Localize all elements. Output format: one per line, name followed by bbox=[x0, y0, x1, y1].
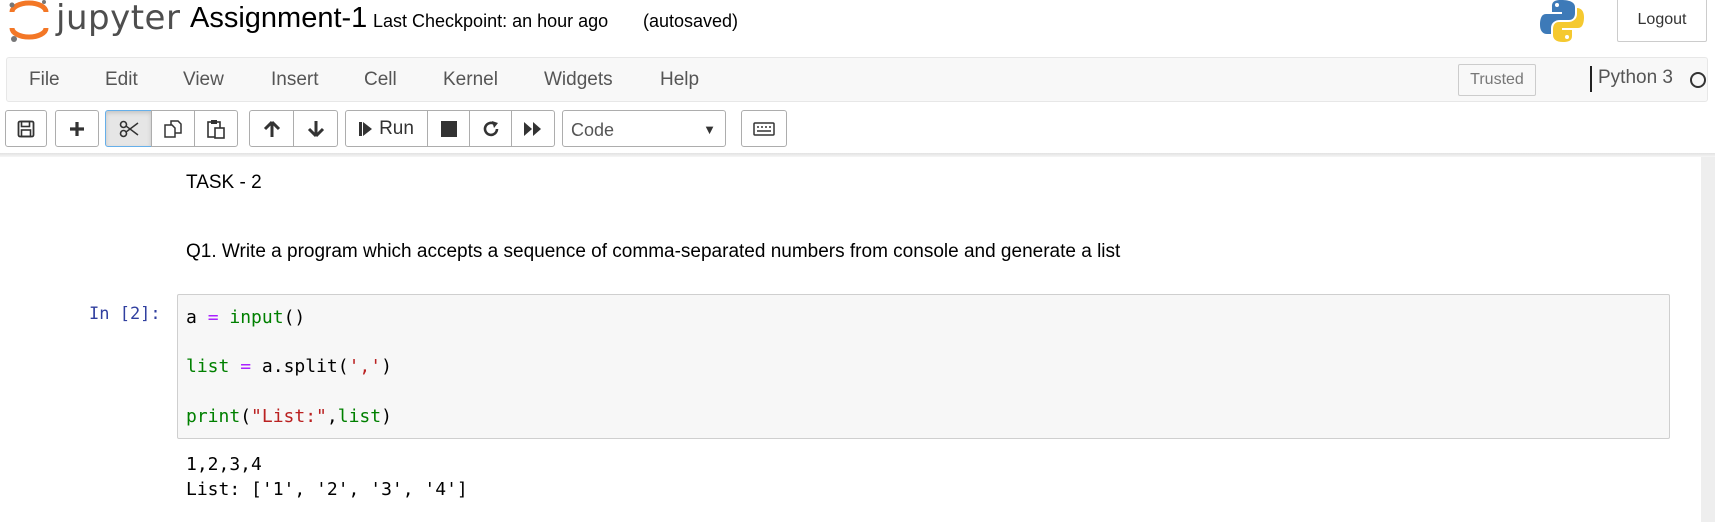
jupyter-logo-icon bbox=[9, 0, 49, 42]
cell-type-value: Code bbox=[571, 120, 615, 140]
code-line-2: list = a.split(',') bbox=[186, 356, 392, 377]
notebook-title[interactable]: Assignment-1 bbox=[190, 2, 367, 35]
run-button[interactable]: Run bbox=[345, 110, 428, 147]
input-prompt: In [2]: bbox=[89, 304, 161, 324]
code-token: ( bbox=[240, 406, 252, 427]
code-builtin: list bbox=[337, 406, 382, 427]
arrow-up-icon bbox=[263, 120, 280, 137]
jupyter-logo-text: jupyter bbox=[56, 0, 181, 38]
paste-icon bbox=[207, 119, 225, 139]
copy-button[interactable] bbox=[151, 110, 195, 147]
code-cell-input[interactable]: a = input() list = a.split(',') print("L… bbox=[177, 294, 1670, 439]
notebook-area: TASK - 2 Q1. Write a program which accep… bbox=[0, 157, 1715, 522]
code-token: ) bbox=[381, 406, 392, 427]
menu-kernel[interactable]: Kernel bbox=[443, 69, 498, 91]
code-builtin: list bbox=[186, 356, 230, 377]
code-token: ) bbox=[381, 356, 392, 377]
caret-down-icon: ▼ bbox=[703, 122, 716, 137]
keyboard-icon bbox=[753, 121, 775, 136]
code-string: ',' bbox=[348, 356, 382, 377]
code-token: () bbox=[283, 307, 306, 328]
paste-button[interactable] bbox=[194, 110, 238, 147]
code-token: a bbox=[186, 307, 197, 328]
restart-icon bbox=[483, 120, 498, 136]
menu-cell[interactable]: Cell bbox=[364, 69, 397, 91]
code-builtin: print bbox=[186, 406, 241, 427]
markdown-cell-question[interactable]: Q1. Write a program which accepts a sequ… bbox=[186, 241, 1120, 263]
kernel-idle-icon bbox=[1690, 72, 1706, 88]
python-logo-icon bbox=[1540, 0, 1584, 42]
code-line-3: print("List:",list) bbox=[186, 406, 392, 427]
step-forward-icon bbox=[359, 121, 373, 136]
cut-icon bbox=[119, 120, 138, 137]
fast-forward-icon bbox=[524, 121, 541, 136]
kernel-separator bbox=[1590, 66, 1592, 92]
output-line-1: 1,2,3,4 bbox=[186, 454, 262, 475]
toolbar: Run Code ▼ bbox=[0, 105, 1715, 155]
logout-button[interactable]: Logout bbox=[1617, 0, 1707, 42]
scrollbar-track[interactable] bbox=[1701, 157, 1715, 522]
output-line-2: List: ['1', '2', '3', '4'] bbox=[186, 479, 468, 500]
notebook-header: jupyter Assignment-1 Last Checkpoint: an… bbox=[0, 0, 1715, 56]
menu-insert[interactable]: Insert bbox=[271, 69, 319, 91]
code-token: , bbox=[326, 406, 338, 427]
command-palette-button[interactable] bbox=[741, 110, 787, 147]
code-token: a.split( bbox=[261, 356, 349, 377]
menu-view[interactable]: View bbox=[183, 69, 224, 91]
move-down-button[interactable] bbox=[293, 110, 338, 147]
code-operator: = bbox=[240, 356, 252, 377]
run-label: Run bbox=[379, 117, 414, 139]
menu-file[interactable]: File bbox=[29, 69, 60, 91]
trusted-indicator[interactable]: Trusted bbox=[1458, 64, 1536, 96]
plus-icon bbox=[70, 121, 84, 136]
checkpoint-status: Last Checkpoint: an hour ago bbox=[373, 11, 609, 31]
menu-help[interactable]: Help bbox=[660, 69, 699, 91]
code-string: "List:" bbox=[251, 406, 327, 427]
restart-button[interactable] bbox=[469, 110, 512, 147]
copy-icon bbox=[164, 119, 182, 138]
stop-icon bbox=[440, 120, 457, 137]
insert-cell-button[interactable] bbox=[55, 110, 99, 147]
interrupt-button[interactable] bbox=[427, 110, 470, 147]
save-icon bbox=[17, 120, 35, 137]
kernel-name[interactable]: Python 3 bbox=[1598, 67, 1673, 89]
code-builtin: input bbox=[229, 307, 284, 328]
menu-widgets[interactable]: Widgets bbox=[544, 69, 613, 91]
cut-button[interactable] bbox=[105, 110, 152, 147]
restart-run-all-button[interactable] bbox=[511, 110, 555, 147]
menu-edit[interactable]: Edit bbox=[105, 69, 138, 91]
markdown-cell-task[interactable]: TASK - 2 bbox=[186, 172, 262, 194]
code-line-1: a = input() bbox=[186, 307, 305, 328]
menubar: File Edit View Insert Cell Kernel Widget… bbox=[6, 57, 1708, 102]
move-up-button[interactable] bbox=[249, 110, 294, 147]
arrow-down-icon bbox=[307, 120, 324, 137]
cell-type-select[interactable]: Code ▼ bbox=[562, 110, 726, 147]
save-button[interactable] bbox=[5, 110, 47, 147]
jupyter-logo[interactable]: jupyter bbox=[6, 0, 180, 44]
code-operator: = bbox=[207, 307, 219, 328]
autosave-status: (autosaved) bbox=[643, 11, 739, 31]
